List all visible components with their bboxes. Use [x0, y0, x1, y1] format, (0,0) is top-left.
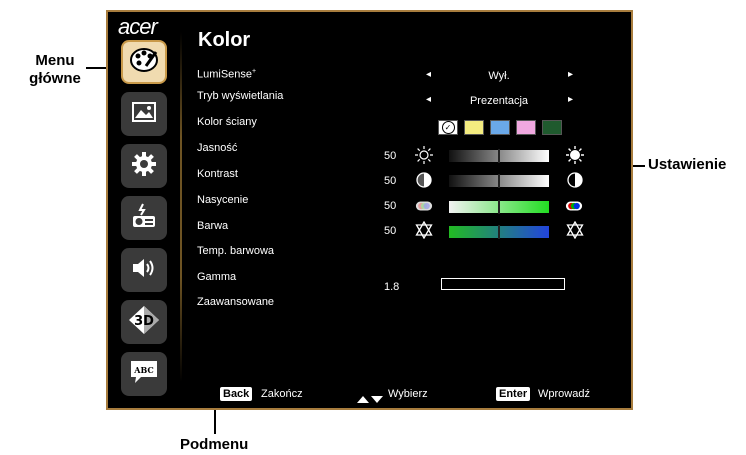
contrast-low-icon [415, 171, 433, 189]
menu-item-lumisense[interactable]: LumiSense+ [197, 68, 256, 81]
callout-main-menu-line2: główne [29, 70, 81, 87]
wall-color-swatch-blue[interactable] [490, 120, 510, 135]
saturation-value: 50 [384, 200, 397, 212]
menu-item-wall-color[interactable]: Kolor ściany [197, 116, 257, 128]
hue-value: 50 [384, 225, 397, 237]
saturation-slider-center [498, 200, 500, 214]
wall-color-swatch-white[interactable]: ✓ [438, 120, 458, 135]
select-label: Wybierz [388, 388, 428, 400]
display-mode-right-arrow[interactable]: ▸ [568, 94, 573, 105]
gamma-value: 1.8 [384, 281, 400, 293]
contrast-high-icon [566, 171, 584, 189]
hue-slider[interactable] [449, 225, 549, 239]
lumisense-left-arrow[interactable]: ◂ [426, 69, 431, 80]
menu-settings-button[interactable] [121, 144, 167, 188]
svg-text:ABC: ABC [133, 365, 153, 375]
contrast-slider[interactable] [449, 174, 549, 188]
display-mode-left-arrow[interactable]: ◂ [426, 94, 431, 105]
menu-item-lumisense-sup: + [252, 68, 257, 75]
checkmark-icon: ✓ [441, 121, 455, 134]
menu-color-button[interactable] [121, 40, 167, 84]
brightness-value: 50 [384, 150, 397, 162]
brightness-slider-center [498, 149, 500, 163]
wall-color-swatch-pink[interactable] [516, 120, 536, 135]
saturation-low-icon [415, 197, 433, 215]
footer-hints: Back Zakończ Wybierz Enter Wprowadź [108, 386, 631, 406]
wall-color-swatch-green[interactable] [542, 120, 562, 135]
enter-key[interactable]: Enter [496, 387, 531, 401]
menu-image-button[interactable] [121, 92, 167, 136]
menu-item-lumisense-label: LumiSense [197, 68, 253, 81]
acer-logo: acer [118, 14, 158, 39]
menu-item-color-temp[interactable]: Temp. barwowa [197, 245, 274, 257]
contrast-value: 50 [384, 175, 397, 187]
saturation-high-icon [565, 197, 583, 215]
menu-item-saturation[interactable]: Nasycenie [197, 194, 248, 206]
page-title: Kolor [198, 29, 251, 51]
hue-low-icon [415, 221, 433, 239]
back-label: Zakończ [261, 388, 303, 400]
menu-item-advanced[interactable]: Zaawansowane [197, 296, 274, 308]
hue-slider-center [498, 225, 500, 239]
projector-icon [130, 202, 158, 235]
brightness-high-icon [566, 146, 584, 164]
menu-item-hue[interactable]: Barwa [197, 220, 228, 232]
back-key[interactable]: Back [220, 387, 253, 401]
osd-menu: acer 3D ABC Kolor LumiSense+ Tryb wyświe… [106, 10, 633, 410]
menu-3d-button[interactable]: 3D [121, 300, 167, 344]
language-icon: ABC [129, 359, 159, 390]
brightness-slider[interactable] [449, 149, 549, 163]
up-down-arrows-icon [356, 391, 384, 409]
enter-label: Wprowadź [538, 388, 590, 400]
hue-high-icon [566, 221, 584, 239]
wall-color-swatch-yellow[interactable] [464, 120, 484, 135]
saturation-slider[interactable] [449, 200, 549, 214]
callout-setting: Ustawienie [648, 156, 727, 173]
lumisense-value: Wył. [488, 70, 510, 82]
callout-main-menu: Menu główne [20, 52, 90, 88]
main-menu-sidebar: acer 3D ABC [108, 12, 180, 408]
brightness-low-icon [415, 146, 433, 164]
speaker-icon [130, 256, 158, 285]
sidebar-separator [180, 32, 182, 382]
menu-management-button[interactable] [121, 196, 167, 240]
3d-icon: 3D [128, 305, 160, 340]
contrast-slider-center [498, 174, 500, 188]
display-mode-value: Prezentacja [469, 95, 529, 107]
menu-item-brightness[interactable]: Jasność [197, 142, 237, 154]
menu-item-gamma[interactable]: Gamma [197, 271, 236, 283]
lumisense-right-arrow[interactable]: ▸ [568, 69, 573, 80]
menu-item-display-mode[interactable]: Tryb wyświetlania [197, 90, 283, 102]
callout-main-menu-line1: Menu [35, 52, 75, 69]
gear-icon [131, 151, 157, 182]
image-icon [131, 101, 157, 128]
callout-submenu: Podmenu [180, 436, 249, 453]
svg-text:3D: 3D [134, 314, 154, 329]
menu-audio-button[interactable] [121, 248, 167, 292]
menu-item-contrast[interactable]: Kontrast [197, 168, 238, 180]
palette-icon [129, 46, 159, 79]
gamma-bar[interactable] [441, 278, 565, 290]
